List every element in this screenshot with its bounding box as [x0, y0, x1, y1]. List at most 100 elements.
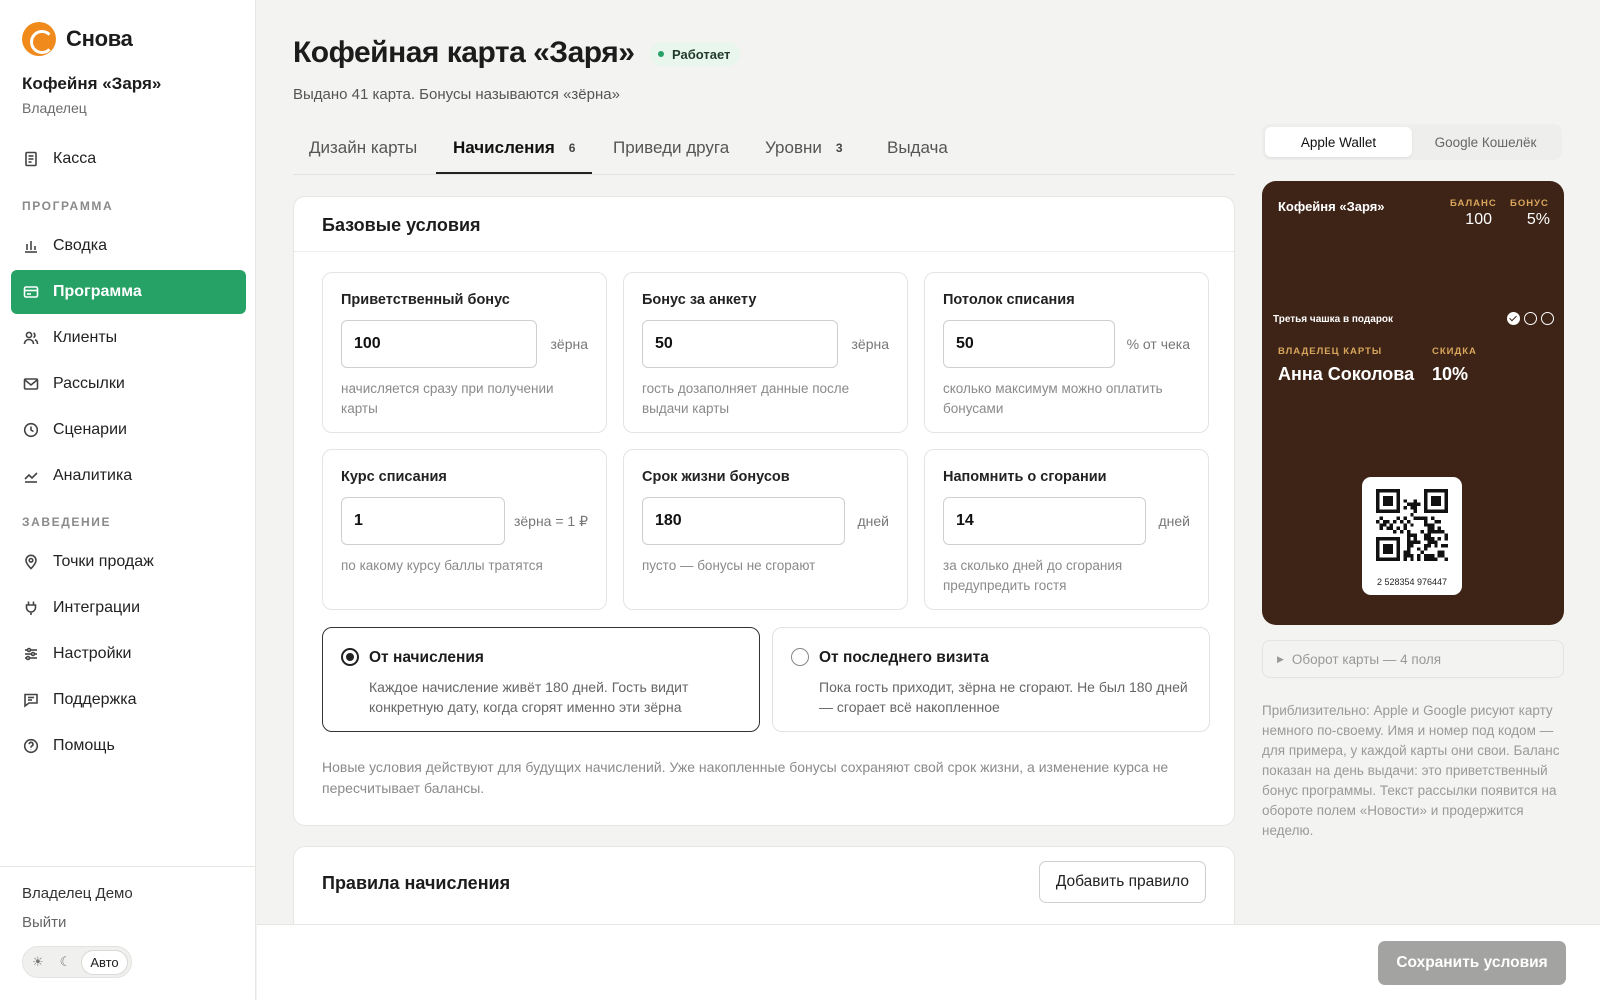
nav-item-clients[interactable]: Клиенты [11, 316, 246, 360]
field-hint: по какому курсу баллы тратятся [341, 558, 543, 573]
nav-item-label: Сценарии [53, 421, 127, 438]
tab-accruals[interactable]: Начисления 6 [453, 138, 575, 158]
brand-name: Снова [66, 26, 133, 51]
field-label: Курс списания [341, 469, 447, 485]
survey-bonus-input[interactable]: 50 [642, 320, 838, 368]
add-rule-button[interactable]: Добавить правило [1038, 861, 1206, 903]
tab-card-design[interactable]: Дизайн карты [309, 138, 417, 158]
theme-light-option[interactable]: ☀ [26, 954, 50, 970]
nav-item-help[interactable]: Помощь [11, 724, 246, 768]
field-label: Потолок списания [943, 292, 1075, 308]
bonus-lifetime-input[interactable]: 180 [642, 497, 845, 545]
nav-item-program[interactable]: Программа [11, 270, 246, 314]
user-name: Владелец Демо [22, 885, 133, 902]
trend-icon [24, 472, 38, 483]
card-bonus-label: БОНУС [1510, 198, 1549, 209]
nav-item-integrations[interactable]: Интеграции [11, 586, 246, 630]
bar-chart-icon [25, 241, 37, 253]
wallet-type-toggle: Apple Wallet Google Кошелёк [1262, 124, 1562, 160]
option-title: От последнего визита [819, 649, 989, 666]
clock-icon [23, 422, 39, 438]
receipt-icon [25, 151, 37, 167]
help-icon [23, 738, 39, 754]
expiry-from-last-visit-option[interactable]: От последнего визита Пока гость приходит… [772, 627, 1210, 732]
nav-item-label: Программа [53, 283, 142, 300]
radio-checked-icon [341, 648, 359, 666]
field-unit: дней [857, 513, 889, 529]
welcome-bonus-input[interactable]: 100 [341, 320, 537, 368]
card-balance-label: БАЛАНС [1450, 198, 1497, 209]
conditions-note: Новые условия действуют для будущих начи… [322, 759, 1169, 796]
expiry-reminder-input[interactable]: 14 [943, 497, 1146, 545]
card-discount-value: 10% [1432, 364, 1469, 384]
logout-link[interactable]: Выйти [22, 914, 66, 931]
option-title: От начисления [369, 649, 484, 666]
nav-section-program: ПРОГРАММА [22, 199, 114, 213]
tab-levels[interactable]: Уровни 3 [765, 138, 843, 158]
nav-item-points-of-sale[interactable]: Точки продаж [11, 540, 246, 584]
field-unit: зёрна [851, 336, 889, 352]
theme-auto-option[interactable]: Авто [81, 949, 128, 975]
card-back-toggle[interactable]: ▶ Оборот карты — 4 поля [1262, 640, 1564, 678]
tab-label: Дизайн карты [309, 138, 418, 157]
tab-google-wallet[interactable]: Google Кошелёк [1412, 127, 1559, 157]
field-hint: начисляется сразу при получении карты [341, 381, 554, 416]
stamp-filled-icon [1507, 312, 1520, 325]
stamp-empty-icon [1541, 312, 1554, 325]
nav-item-support[interactable]: Поддержка [11, 678, 246, 722]
card-bonus-value: 5% [1526, 211, 1550, 228]
card-holder-name: Анна Соколова [1278, 364, 1415, 384]
field-hint: сколько максимум можно оплатить бонусами [943, 381, 1163, 416]
pin-icon [25, 554, 37, 570]
tab-issuance[interactable]: Выдача [887, 138, 948, 158]
card-stamps [1507, 312, 1554, 325]
nav-item-label: Касса [53, 150, 97, 167]
field-label: Бонус за анкету [642, 292, 757, 308]
base-conditions-panel: Базовые условия Приветственный бонус 100… [293, 196, 1235, 826]
logo-icon [22, 22, 56, 56]
expiry-from-accrual-option[interactable]: От начисления Каждое начисление живёт 18… [322, 627, 760, 732]
tab-count: 3 [835, 141, 843, 155]
card-code-number: 2 528354 976447 [1376, 577, 1448, 587]
nav-item-label: Помощь [53, 737, 115, 754]
nav-item-cash[interactable]: Касса [11, 137, 246, 181]
venue-info: Кофейня «Заря» Владелец [22, 74, 161, 116]
theme-dark-option[interactable]: ☾ [54, 954, 78, 970]
card-holder-label: ВЛАДЕЛЕЦ КАРТЫ [1278, 346, 1383, 357]
chat-icon [24, 693, 38, 708]
field-hint: пусто — бонусы не сгорают [642, 558, 816, 573]
nav-item-label: Интеграции [53, 599, 141, 616]
field-hint: гость дозаполняет данные после выдачи ка… [642, 381, 850, 416]
tab-label: Выдача [887, 138, 948, 157]
tab-apple-wallet[interactable]: Apple Wallet [1265, 127, 1412, 157]
theme-switcher: ☀ ☾ Авто [22, 946, 132, 978]
mail-icon [23, 378, 39, 390]
nav-item-summary[interactable]: Сводка [11, 224, 246, 268]
tab-label: Начисления [453, 138, 555, 157]
nav-item-label: Точки продаж [53, 553, 154, 570]
nav-item-settings[interactable]: Настройки [11, 632, 246, 676]
field-unit: зёрна = 1 ₽ [513, 513, 588, 529]
field-unit: % от чека [1126, 336, 1190, 352]
save-conditions-button[interactable]: Сохранить условия [1378, 941, 1566, 985]
tab-count: 6 [568, 141, 576, 155]
panel-title: Правила начисления [322, 873, 511, 893]
tab-label: Уровни [765, 138, 822, 157]
panel-title: Базовые условия [294, 197, 1234, 252]
nav-item-mailings[interactable]: Рассылки [11, 362, 246, 406]
field-label: Срок жизни бонусов [642, 469, 790, 485]
nav-item-scenarios[interactable]: Сценарии [11, 408, 246, 452]
redeem-cap-input[interactable]: 50 [943, 320, 1115, 368]
users-icon [23, 331, 39, 345]
nav-item-label: Поддержка [53, 691, 137, 708]
card-promo-text: Третья чашка в подарок [1273, 314, 1394, 325]
page-title: Кофейная карта «Заря» [293, 36, 635, 69]
page-subtitle: Выдано 41 карта. Бонусы называются «зёрн… [293, 86, 620, 103]
venue-name: Кофейня «Заря» [22, 74, 162, 93]
field-unit: дней [1158, 513, 1190, 529]
tab-refer-friend[interactable]: Приведи друга [613, 138, 729, 158]
nav-item-analytics[interactable]: Аналитика [11, 454, 246, 498]
redeem-rate-input[interactable]: 1 [341, 497, 505, 545]
brand-logo[interactable]: Снова [22, 22, 133, 56]
nav-section-venue: ЗАВЕДЕНИЕ [22, 515, 112, 529]
